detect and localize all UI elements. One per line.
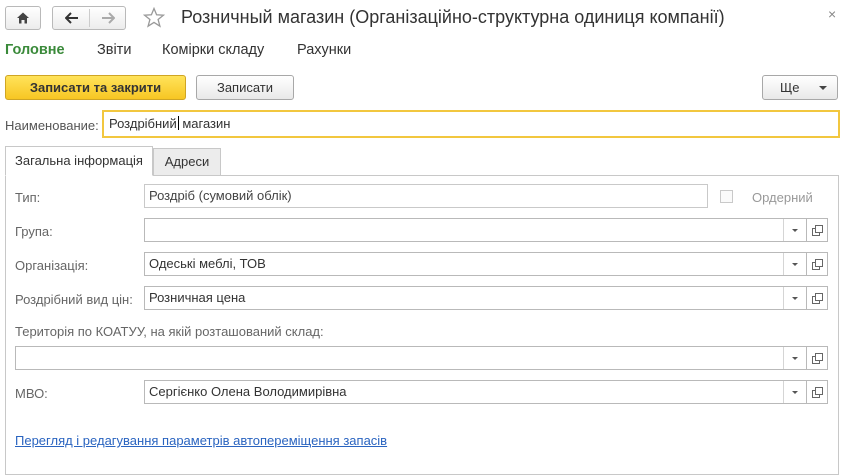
home-icon	[17, 12, 29, 24]
section-accounts[interactable]: Рахунки	[297, 42, 351, 58]
arrow-right-icon	[102, 12, 115, 24]
open-icon	[812, 225, 823, 236]
koatuu-dropdown-button[interactable]	[783, 347, 806, 369]
favorite-star-icon[interactable]	[142, 6, 166, 31]
koatuu-label: Територія по КОАТУУ, на якій розташовани…	[15, 324, 324, 339]
price-type-label: Роздрібний вид цін:	[15, 292, 133, 307]
name-input[interactable]: Роздрібний магазин	[102, 110, 840, 138]
section-reports[interactable]: Звіти	[97, 42, 131, 58]
mvo-value: Сергієнко Олена Володимирівна	[149, 384, 347, 399]
save-button[interactable]: Записати	[196, 75, 294, 100]
open-icon	[812, 259, 823, 270]
group-input[interactable]	[144, 218, 807, 242]
name-value-end: магазин	[178, 116, 231, 131]
caret-down-icon	[819, 86, 827, 90]
mvo-input[interactable]: Сергієнко Олена Володимирівна	[144, 380, 807, 404]
orderly-label: Ордерний	[752, 190, 813, 205]
type-field[interactable]: Роздріб (сумовий облік)	[144, 184, 708, 208]
close-icon[interactable]: ×	[828, 6, 836, 22]
name-label: Наименование:	[5, 118, 99, 133]
section-main[interactable]: Головне	[5, 42, 65, 58]
window-title: Розничный магазин (Організаційно-структу…	[181, 7, 725, 27]
organization-value: Одеські меблі, ТОВ	[149, 256, 266, 271]
organization-label: Організація:	[15, 258, 89, 273]
price-type-input[interactable]: Розничная цена	[144, 286, 807, 310]
open-icon	[812, 293, 823, 304]
name-value-start: Роздрібний	[109, 116, 177, 131]
forward-button[interactable]	[90, 7, 126, 29]
organization-input[interactable]: Одеські меблі, ТОВ	[144, 252, 807, 276]
price-type-value: Розничная цена	[149, 290, 246, 305]
organization-dropdown-button[interactable]	[783, 253, 806, 275]
organization-open-button[interactable]	[806, 252, 828, 276]
price-type-dropdown-button[interactable]	[783, 287, 806, 309]
tab-general-info[interactable]: Загальна інформація	[5, 146, 153, 176]
price-type-open-button[interactable]	[806, 286, 828, 310]
type-value: Роздріб (сумовий облік)	[149, 188, 292, 203]
more-button[interactable]: Ще	[762, 75, 838, 100]
koatuu-input[interactable]	[15, 346, 807, 370]
mvo-open-button[interactable]	[806, 380, 828, 404]
open-icon	[812, 387, 823, 398]
type-label: Тип:	[15, 190, 41, 205]
tab-addresses[interactable]: Адреси	[153, 148, 221, 176]
more-button-label: Ще	[780, 80, 800, 95]
group-label: Група:	[15, 224, 53, 239]
history-nav	[52, 6, 126, 30]
arrow-left-icon	[64, 12, 78, 24]
open-icon	[812, 353, 823, 364]
home-button[interactable]	[5, 6, 41, 30]
mvo-dropdown-button[interactable]	[783, 381, 806, 403]
mvo-label: МВО:	[15, 386, 48, 401]
section-storage-cells[interactable]: Комірки складу	[162, 42, 264, 58]
auto-transfer-settings-link[interactable]: Перегляд і редагування параметрів автопе…	[15, 433, 387, 448]
save-and-close-button[interactable]: Записати та закрити	[5, 75, 186, 100]
group-open-button[interactable]	[806, 218, 828, 242]
koatuu-open-button[interactable]	[806, 346, 828, 370]
back-button[interactable]	[53, 7, 90, 29]
orderly-checkbox[interactable]	[720, 190, 733, 203]
group-dropdown-button[interactable]	[783, 219, 806, 241]
